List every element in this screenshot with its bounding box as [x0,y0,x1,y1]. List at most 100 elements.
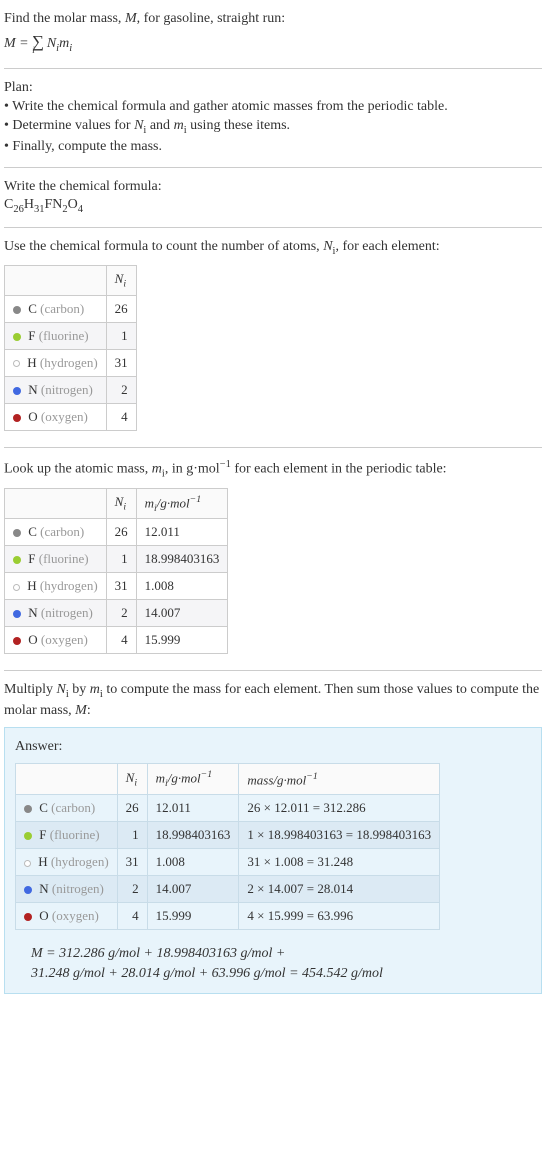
count-table: Ni C (carbon)26 F (fluorine)1 H (hydroge… [4,265,137,431]
text: • Determine values for [4,118,134,133]
element-name: (oxygen) [41,409,88,424]
sub-i: i [69,43,72,54]
element-dot-icon [13,610,21,618]
sub-i: i [123,279,126,290]
text: Multiply [4,682,57,697]
var-M: M [125,11,137,26]
var-m: m [59,36,69,51]
sub: 4 [78,204,83,215]
text: , for gasoline, straight run: [137,11,286,26]
element-dot-icon [13,306,21,314]
element-cell: N (nitrogen) [16,876,118,903]
col-ni: Ni [106,266,136,296]
element-cell: O (oxygen) [5,627,107,654]
element-name: (hydrogen) [40,355,98,370]
var-m: m [174,118,184,133]
elem-c: C [4,197,13,212]
table-row: H (hydrogen)31 [5,349,137,376]
n-cell: 31 [106,349,136,376]
var-N: N [57,682,66,697]
table-row: H (hydrogen)311.008 [5,573,228,600]
n-cell: 26 [117,795,147,822]
elem-o: O [68,197,78,212]
element-cell: F (fluorine) [16,822,118,849]
element-name: (carbon) [40,301,84,316]
molar-mass-formula: M = ∑iNimi [4,29,542,58]
table-row: F (fluorine)1 [5,322,137,349]
element-dot-icon [13,584,20,591]
col-element [16,764,118,795]
element-name: (oxygen) [41,632,88,647]
col-ni: Ni [117,764,147,795]
mass-cell: 26 × 12.011 = 312.286 [239,795,440,822]
element-cell: C (carbon) [5,519,107,546]
table-row: O (oxygen)4 [5,403,137,430]
element-dot-icon [13,387,21,395]
eq-line: 31.248 g/mol + 28.014 g/mol + 63.996 g/m… [31,966,383,981]
text: by [69,682,90,697]
element-name: (nitrogen) [41,382,93,397]
sub: 26 [13,204,24,215]
var-M: M [75,703,87,718]
answer-equation: M = 312.286 g/mol + 18.998403163 g/mol +… [15,936,531,983]
n-cell: 1 [106,546,136,573]
col-element [5,266,107,296]
var-m: m [145,495,154,510]
text: Use the chemical formula to count the nu… [4,239,323,254]
sup: −1 [306,771,317,782]
text: Find the molar mass, [4,11,125,26]
divider [4,68,542,69]
element-cell: N (nitrogen) [5,376,107,403]
chemical-formula: C26H31FN2O4 [4,196,542,217]
multiply-section: Multiply Ni by mi to compute the mass fo… [4,675,542,1000]
col-mass: mass/g·mol−1 [239,764,440,795]
element-dot-icon [13,414,21,422]
element-cell: C (carbon) [5,295,107,322]
col-ni: Ni [106,488,136,519]
var-m: m [156,771,165,786]
m-cell: 14.007 [147,876,239,903]
plan-bullet: • Determine values for Ni and mi using t… [4,117,542,138]
m-cell: 12.011 [136,519,228,546]
table-header-row: Ni [5,266,137,296]
plan-bullet: • Finally, compute the mass. [4,138,542,157]
n-cell: 26 [106,519,136,546]
col-mi: mi/g·mol−1 [136,488,228,519]
section-title: Write the chemical formula: [4,178,542,197]
unit: /g·mol [168,771,201,786]
section-title: Look up the atomic mass, mi, in g·mol−1 … [4,458,542,482]
m-cell: 12.011 [147,795,239,822]
answer-label: Answer: [15,738,531,757]
sigma-sub: i [32,45,35,56]
text: : [87,703,91,718]
m-cell: 1.008 [147,849,239,876]
n-cell: 26 [106,295,136,322]
element-name: (nitrogen) [41,605,93,620]
var-m: m [152,462,162,477]
divider [4,227,542,228]
element-dot-icon [24,913,32,921]
element-cell: F (fluorine) [5,546,107,573]
sub-i: i [123,502,126,513]
sub: 31 [34,204,45,215]
element-name: (fluorine) [39,551,89,566]
element-dot-icon [13,360,20,367]
mass-cell: 4 × 15.999 = 63.996 [239,903,440,930]
element-dot-icon [24,886,32,894]
mass-cell: 1 × 18.998403163 = 18.998403163 [239,822,440,849]
text: , for each element: [335,239,439,254]
answer-box: Answer: Ni mi/g·mol−1 mass/g·mol−1 C (ca… [4,727,542,994]
element-dot-icon [13,556,21,564]
section-title: Use the chemical formula to count the nu… [4,238,542,259]
element-name: (fluorine) [50,827,100,842]
plan-title: Plan: [4,79,542,98]
element-dot-icon [24,860,31,867]
n-cell: 4 [117,903,147,930]
divider [4,167,542,168]
lookup-table: Ni mi/g·mol−1 C (carbon)2612.011 F (fluo… [4,488,228,655]
n-cell: 2 [106,376,136,403]
text: and [146,118,173,133]
element-cell: O (oxygen) [16,903,118,930]
element-cell: O (oxygen) [5,403,107,430]
m-cell: 15.999 [147,903,239,930]
